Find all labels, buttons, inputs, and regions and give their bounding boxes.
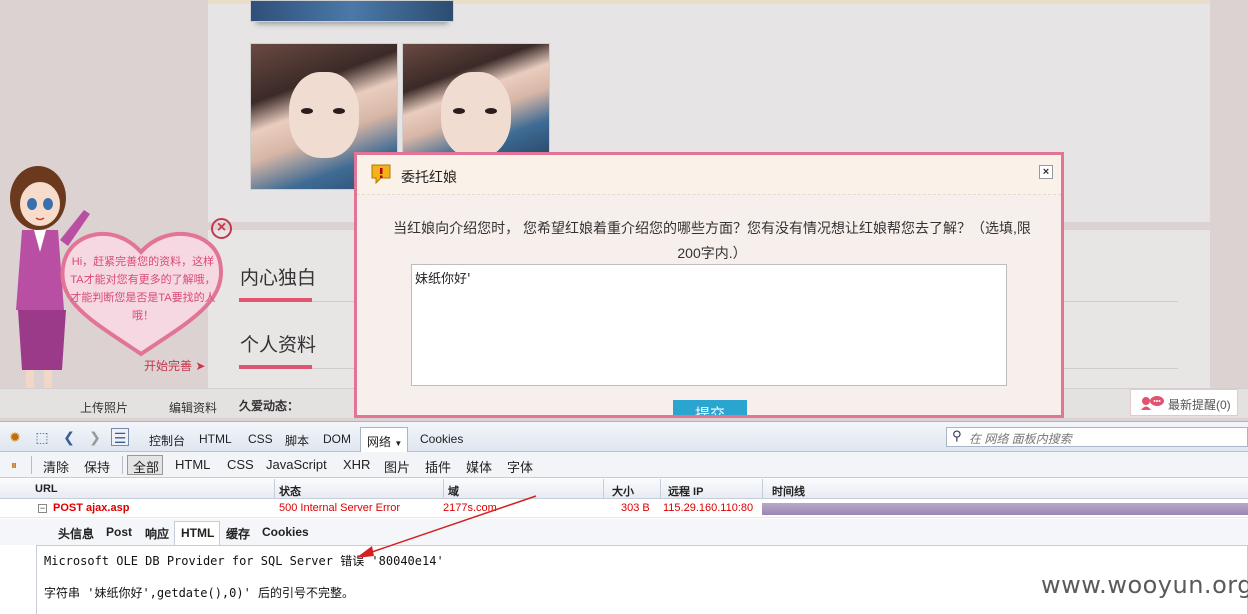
col-separator — [274, 479, 275, 499]
forward-icon[interactable]: ❯ — [86, 428, 104, 446]
section-title-monologue: 内心独白 — [240, 267, 317, 289]
start-complete-label: 开始完善 — [144, 359, 193, 373]
request-detail-tabs: 头信息 Post 响应 HTML 缓存 Cookies — [0, 519, 1248, 545]
search-icon: ⚲ — [952, 428, 962, 443]
request-remote-ip: 115.29.160.110:80 — [663, 502, 754, 514]
filter-css[interactable]: CSS — [227, 457, 254, 472]
matchmaker-dialog: 委托红娘 × 当红娘向介绍您时， 您希望红娘着重介绍您的哪些方面？您有没有情况想… — [354, 152, 1064, 418]
chevron-down-icon: ▼ — [394, 439, 403, 448]
dialog-prompt: 当红娘向介绍您时， 您希望红娘着重介绍您的哪些方面？您有没有情况想让红娘帮您去了… — [393, 220, 1031, 261]
collapse-icon[interactable]: − — [38, 504, 47, 513]
photo-face — [441, 72, 511, 158]
dialog-title: 委托红娘 — [401, 169, 457, 185]
xhr-pause-icon[interactable]: ⏸ — [5, 456, 23, 474]
request-size: 303 B — [621, 502, 650, 514]
firebug-bug-icon[interactable]: ✹ — [6, 428, 24, 446]
filter-xhr[interactable]: XHR — [343, 457, 370, 472]
nav-dynamic-label: 久爱动态： — [239, 399, 300, 413]
latest-reminder-button[interactable]: 最新提醒(0) — [1130, 389, 1238, 416]
nav-edit-profile[interactable]: 编辑资料 — [169, 399, 217, 416]
tab-css[interactable]: CSS — [248, 432, 273, 446]
intro-textarea[interactable]: 妹纸你好' — [411, 264, 1007, 386]
tab-post[interactable]: Post — [106, 525, 132, 539]
request-table-header: URL 状态 域 大小 远程 IP 时间线 — [0, 479, 1248, 499]
col-url[interactable]: URL — [35, 483, 58, 495]
col-timeline[interactable]: 时间线 — [772, 483, 805, 499]
response-error-detail: 字符串 '妹纸你好',getdate(),0)' 后的引号不完整。 — [44, 586, 355, 600]
filter-javascript[interactable]: JavaScript — [266, 457, 327, 472]
close-icon[interactable]: × — [1039, 165, 1053, 179]
section-title-profile: 个人资料 — [240, 334, 317, 356]
arrow-right-icon: ➤ — [195, 359, 206, 373]
photo-face — [289, 72, 359, 158]
request-url: POST ajax.asp — [53, 502, 130, 514]
search-placeholder: 在 网络 面板内搜索 — [969, 432, 1072, 446]
section-underline — [239, 298, 312, 302]
annotation-arrow — [356, 495, 537, 558]
dialog-header: 委托红娘 × — [357, 155, 1061, 195]
col-separator — [603, 479, 604, 499]
persist-button[interactable]: 保持 — [84, 457, 110, 476]
profile-photo-top[interactable] — [250, 0, 454, 22]
tab-console[interactable]: 控制台 — [149, 432, 185, 449]
tab-cache[interactable]: 缓存 — [226, 525, 250, 542]
tab-html[interactable]: HTML — [199, 432, 232, 446]
tab-script[interactable]: 脚本 — [285, 432, 309, 449]
start-complete-link[interactable]: 开始完善 ➤ — [144, 357, 205, 374]
section-underline — [239, 365, 312, 369]
filter-media[interactable]: 媒体 — [466, 457, 492, 476]
reminder-label: 最新提醒(0) — [1168, 398, 1231, 412]
tab-detail-cookies[interactable]: Cookies — [262, 525, 309, 539]
firebug-main-toolbar: ✹ ⬚ ❮ ❯ ☰ 控制台 HTML CSS 脚本 DOM 网络 ▼ Cooki… — [0, 422, 1248, 452]
col-separator — [762, 479, 763, 499]
command-line-icon[interactable]: ☰ — [111, 428, 129, 446]
panel-search-input[interactable]: ⚲ 在 网络 面板内搜索 — [946, 427, 1248, 447]
warning-icon — [371, 164, 391, 185]
filter-all[interactable]: 全部 — [127, 455, 163, 475]
filter-images[interactable]: 图片 — [384, 457, 410, 476]
tab-network[interactable]: 网络 ▼ — [360, 427, 408, 452]
watermark: www.wooyun.org — [1041, 571, 1248, 599]
tab-cookies[interactable]: Cookies — [420, 432, 463, 446]
tab-response[interactable]: 响应 — [145, 525, 169, 542]
nav-upload-photos[interactable]: 上传照片 — [80, 399, 128, 416]
profile-photo[interactable] — [402, 43, 550, 158]
separator — [122, 456, 123, 474]
chat-bubbles-icon — [1141, 396, 1164, 410]
network-filter-toolbar: ⏸ 清除 保持 全部 HTML CSS JavaScript XHR 图片 插件… — [0, 452, 1248, 478]
tab-html-preview[interactable]: HTML — [174, 521, 220, 545]
col-status[interactable]: 状态 — [279, 483, 301, 499]
hostess-bubble-text: Hi，赶紧完善您的资料，这样TA才能对您有更多的了解哦，才能判断您是否是TA要找… — [70, 256, 216, 322]
separator — [31, 456, 32, 474]
tab-headers[interactable]: 头信息 — [58, 525, 94, 542]
col-remote-ip[interactable]: 远程 IP — [668, 483, 703, 499]
request-timeline-bar — [762, 503, 1248, 515]
col-size[interactable]: 大小 — [612, 483, 634, 499]
filter-plugins[interactable]: 插件 — [425, 457, 451, 476]
filter-html[interactable]: HTML — [175, 457, 210, 472]
inspect-icon[interactable]: ⬚ — [33, 428, 51, 446]
back-icon[interactable]: ❮ — [60, 428, 78, 446]
tab-network-label: 网络 — [367, 435, 392, 449]
clear-button[interactable]: 清除 — [43, 457, 69, 476]
table-row[interactable]: − POST ajax.asp 500 Internal Server Erro… — [0, 500, 1248, 518]
tab-dom[interactable]: DOM — [323, 432, 351, 446]
col-separator — [660, 479, 661, 499]
submit-button[interactable]: 提交 — [673, 400, 747, 415]
filter-fonts[interactable]: 字体 — [507, 457, 533, 476]
